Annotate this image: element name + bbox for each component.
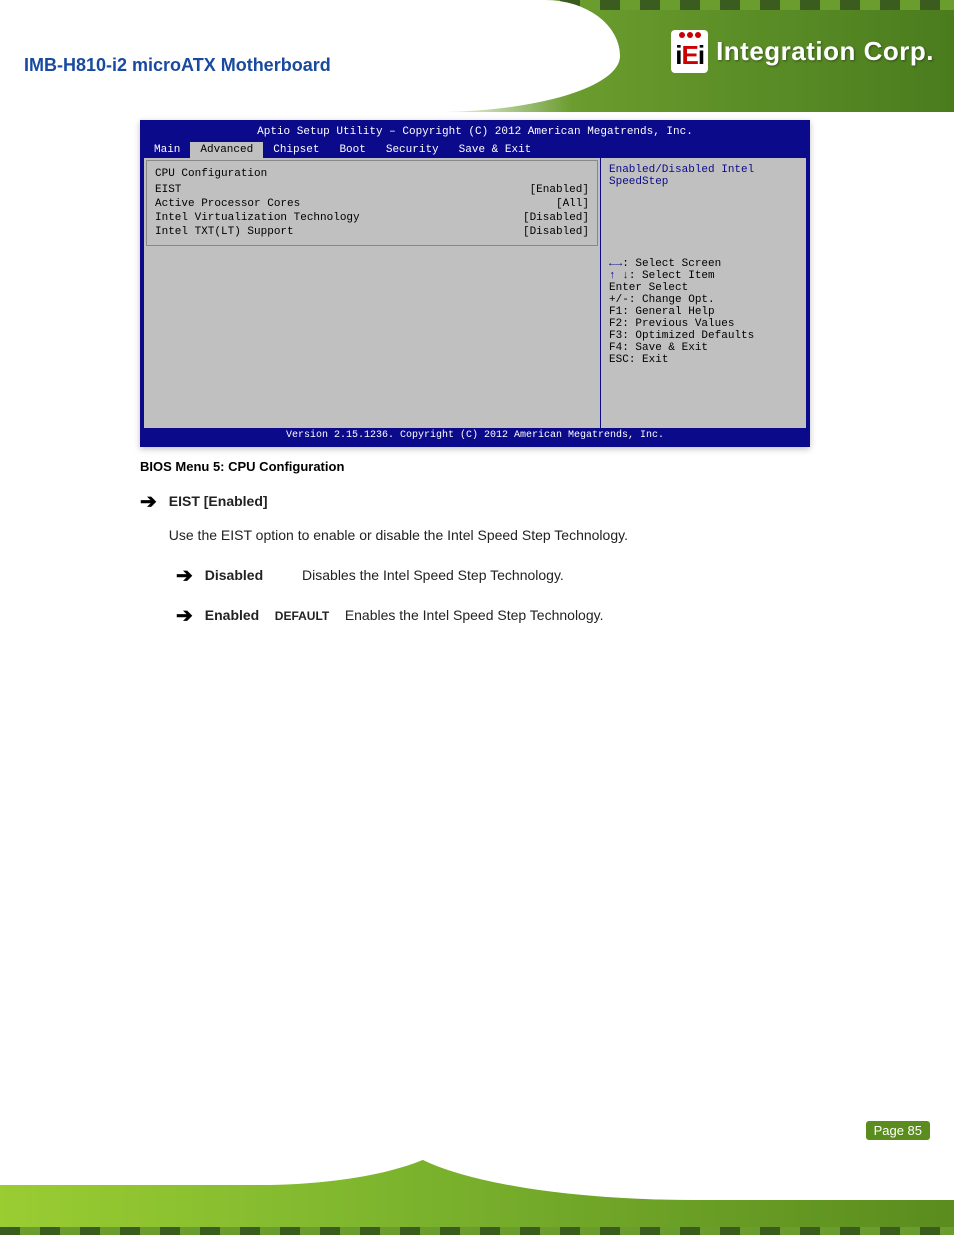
brand: iEi Integration Corp. [671, 30, 934, 73]
bios-row-value: [Disabled] [523, 226, 589, 238]
bios-left-inner: CPU Configuration EIST [Enabled] Active … [146, 160, 598, 246]
bios-tab-chipset[interactable]: Chipset [263, 142, 329, 158]
bios-key-sym: F4 [609, 342, 622, 354]
logo-text: iEi [675, 40, 704, 71]
option-value-disabled: ➔ Disabled Disables the Intel Speed Step… [176, 564, 930, 588]
footer-band [0, 1105, 954, 1235]
bios-key-row: F1: General Help [609, 306, 798, 318]
option-description: Use the EIST option to enable or disable… [169, 524, 628, 548]
bios-key-text: Select [649, 282, 689, 294]
bios-key-sym: +/- [609, 294, 629, 306]
bios-body: CPU Configuration EIST [Enabled] Active … [144, 158, 806, 428]
bios-row-active-cores[interactable]: Active Processor Cores [All] [155, 197, 589, 211]
arrow-right-icon: ➔ [140, 490, 157, 514]
logo-letter-i2: i [698, 40, 704, 70]
bios-key-sym: ESC [609, 354, 629, 366]
bios-key-row: Enter Select [609, 282, 798, 294]
option-value-label: Enabled [205, 607, 259, 623]
option-value-text: Disabled Disables the Intel Speed Step T… [205, 564, 564, 588]
bios-screenshot: Aptio Setup Utility – Copyright (C) 2012… [140, 120, 810, 447]
footer-swoop-right [394, 1105, 954, 1200]
bios-key-text: : Previous Values [622, 318, 734, 330]
bios-key-row: F2: Previous Values [609, 318, 798, 330]
option-value-desc: Enables the Intel Speed Step Technology. [345, 607, 604, 623]
bios-key-text: : Select Screen [622, 258, 721, 270]
bios-tab-main[interactable]: Main [144, 142, 190, 158]
bios-key-row: F4: Save & Exit [609, 342, 798, 354]
bios-tab-advanced[interactable]: Advanced [190, 142, 263, 158]
option-value-desc: Disables the Intel Speed Step Technology… [302, 567, 564, 583]
bios-key-row: ↑ ↓: Select Item [609, 270, 798, 282]
bios-key-row: F3: Optimized Defaults [609, 330, 798, 342]
option-default-tag: DEFAULT [275, 609, 329, 623]
bios-setup-title: Aptio Setup Utility – Copyright (C) 2012… [144, 124, 806, 142]
bios-key-text: : Change Opt. [629, 294, 715, 306]
brand-tagline: Integration Corp. [716, 36, 934, 67]
bios-tab-save-exit[interactable]: Save & Exit [449, 142, 542, 158]
bios-tab-security[interactable]: Security [376, 142, 449, 158]
option-value-label: Disabled [205, 567, 263, 583]
logo-letter-e: E [681, 40, 697, 70]
bios-row-label: Intel Virtualization Technology [155, 212, 360, 224]
bios-key-text: : Save & Exit [622, 342, 708, 354]
bios-key-row: ←→: Select Screen [609, 258, 798, 270]
option-value-enabled: ➔ Enabled DEFAULT Enables the Intel Spee… [176, 604, 930, 628]
bios-help-text: Enabled/Disabled Intel SpeedStep [609, 164, 798, 188]
footer-swoop-left [0, 1105, 460, 1185]
bios-tab-boot[interactable]: Boot [329, 142, 375, 158]
bios-key-row: ESC: Exit [609, 354, 798, 366]
brand-logo: iEi [671, 30, 708, 73]
option-heading: EIST [Enabled] [169, 490, 628, 514]
bios-key-sym: F3 [609, 330, 622, 342]
bios-key-sym: F1 [609, 306, 622, 318]
page-content: Aptio Setup Utility – Copyright (C) 2012… [0, 120, 954, 1105]
bios-row-vt[interactable]: Intel Virtualization Technology [Disable… [155, 211, 589, 225]
bios-row-label: Active Processor Cores [155, 198, 300, 210]
arrow-right-icon: ➔ [176, 564, 193, 588]
bios-right-pane: Enabled/Disabled Intel SpeedStep ←→: Sel… [601, 158, 806, 428]
bios-key-sym: Enter [609, 282, 642, 294]
option-text: EIST [Enabled] Use the EIST option to en… [169, 490, 628, 548]
bios-key-text: : General Help [622, 306, 714, 318]
bios-row-heading: CPU Configuration [155, 167, 589, 181]
bios-key-text: : Select Item [629, 270, 715, 282]
bios-row-value: [Disabled] [523, 212, 589, 224]
bios-row-value: [All] [556, 198, 589, 210]
figure-caption: BIOS Menu 5: CPU Configuration [140, 459, 930, 474]
bios-row-label: Intel TXT(LT) Support [155, 226, 294, 238]
option-value-text: Enabled DEFAULT Enables the Intel Speed … [205, 604, 604, 628]
bios-key-sym: F2 [609, 318, 622, 330]
logo-dots [679, 32, 701, 38]
page-number: Page 85 [866, 1121, 930, 1140]
bios-left-pane: CPU Configuration EIST [Enabled] Active … [144, 158, 601, 428]
bios-row-label: CPU Configuration [155, 168, 267, 180]
product-title: IMB-H810-i2 microATX Motherboard [24, 55, 331, 76]
bios-row-label: EIST [155, 184, 181, 196]
bios-row-value: [Enabled] [530, 184, 589, 196]
bios-footer: Version 2.15.1236. Copyright (C) 2012 Am… [144, 428, 806, 443]
bios-row-eist[interactable]: EIST [Enabled] [155, 183, 589, 197]
option-block-eist: ➔ EIST [Enabled] Use the EIST option to … [140, 490, 930, 548]
arrow-right-icon: ➔ [176, 604, 193, 628]
bios-tab-row: Main Advanced Chipset Boot Security Save… [144, 142, 806, 158]
arrows-ud-icon: ↑ ↓ [609, 270, 629, 282]
bios-key-help: ←→: Select Screen ↑ ↓: Select Item Enter… [609, 258, 798, 366]
bios-key-text: : Exit [629, 354, 669, 366]
bios-key-row: +/-: Change Opt. [609, 294, 798, 306]
bios-key-text: : Optimized Defaults [622, 330, 754, 342]
bios-row-txt[interactable]: Intel TXT(LT) Support [Disabled] [155, 225, 589, 239]
arrows-lr-icon: ←→ [609, 258, 622, 270]
